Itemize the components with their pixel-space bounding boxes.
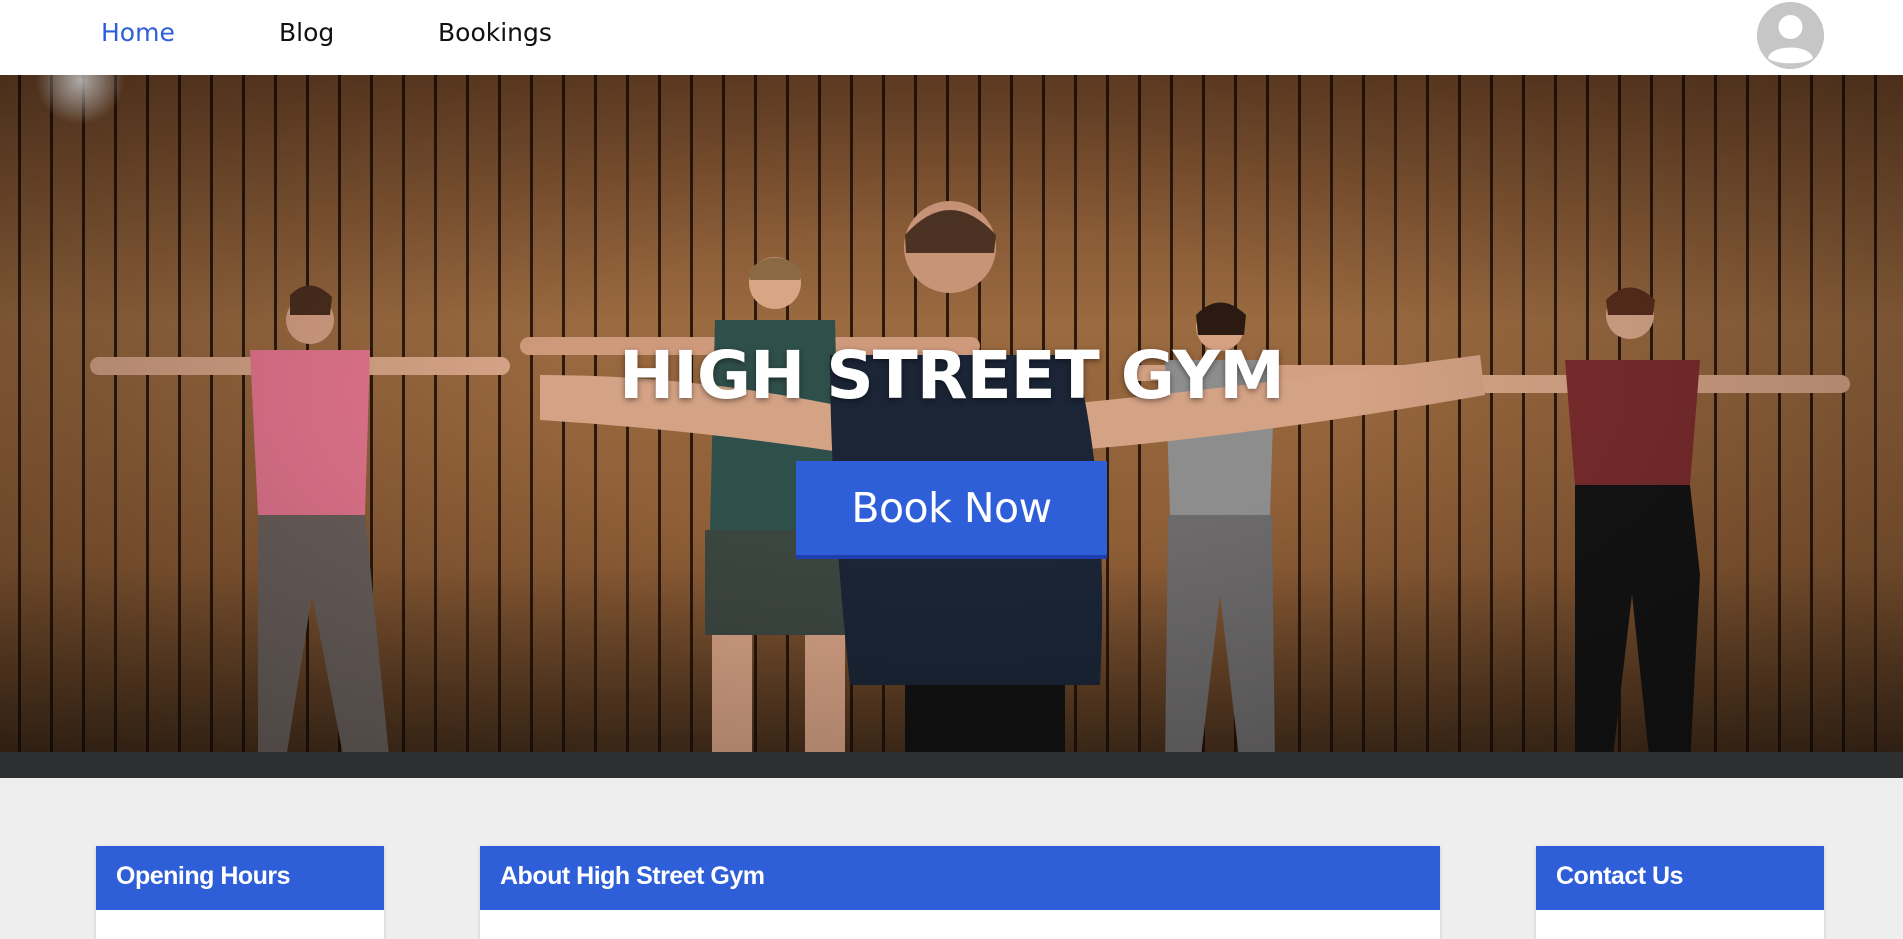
nav-link-home[interactable]: Home — [101, 18, 175, 47]
nav-link-bookings[interactable]: Bookings — [438, 18, 552, 47]
hero-title: HIGH STREET GYM — [619, 337, 1285, 414]
user-avatar-icon[interactable] — [1757, 2, 1824, 69]
about-card: About High Street Gym — [480, 846, 1440, 939]
hero-floor — [0, 752, 1903, 778]
about-card-title: About High Street Gym — [480, 846, 1440, 910]
top-navbar: Home Blog Bookings — [0, 0, 1903, 75]
contact-card: Contact Us — [1536, 846, 1824, 939]
opening-hours-card: Opening Hours — [96, 846, 384, 939]
contact-card-title: Contact Us — [1536, 846, 1824, 910]
book-now-button[interactable]: Book Now — [796, 461, 1107, 559]
opening-hours-card-title: Opening Hours — [96, 846, 384, 910]
hero-banner: HIGH STREET GYM Book Now — [0, 75, 1903, 778]
nav-link-blog[interactable]: Blog — [279, 18, 334, 47]
